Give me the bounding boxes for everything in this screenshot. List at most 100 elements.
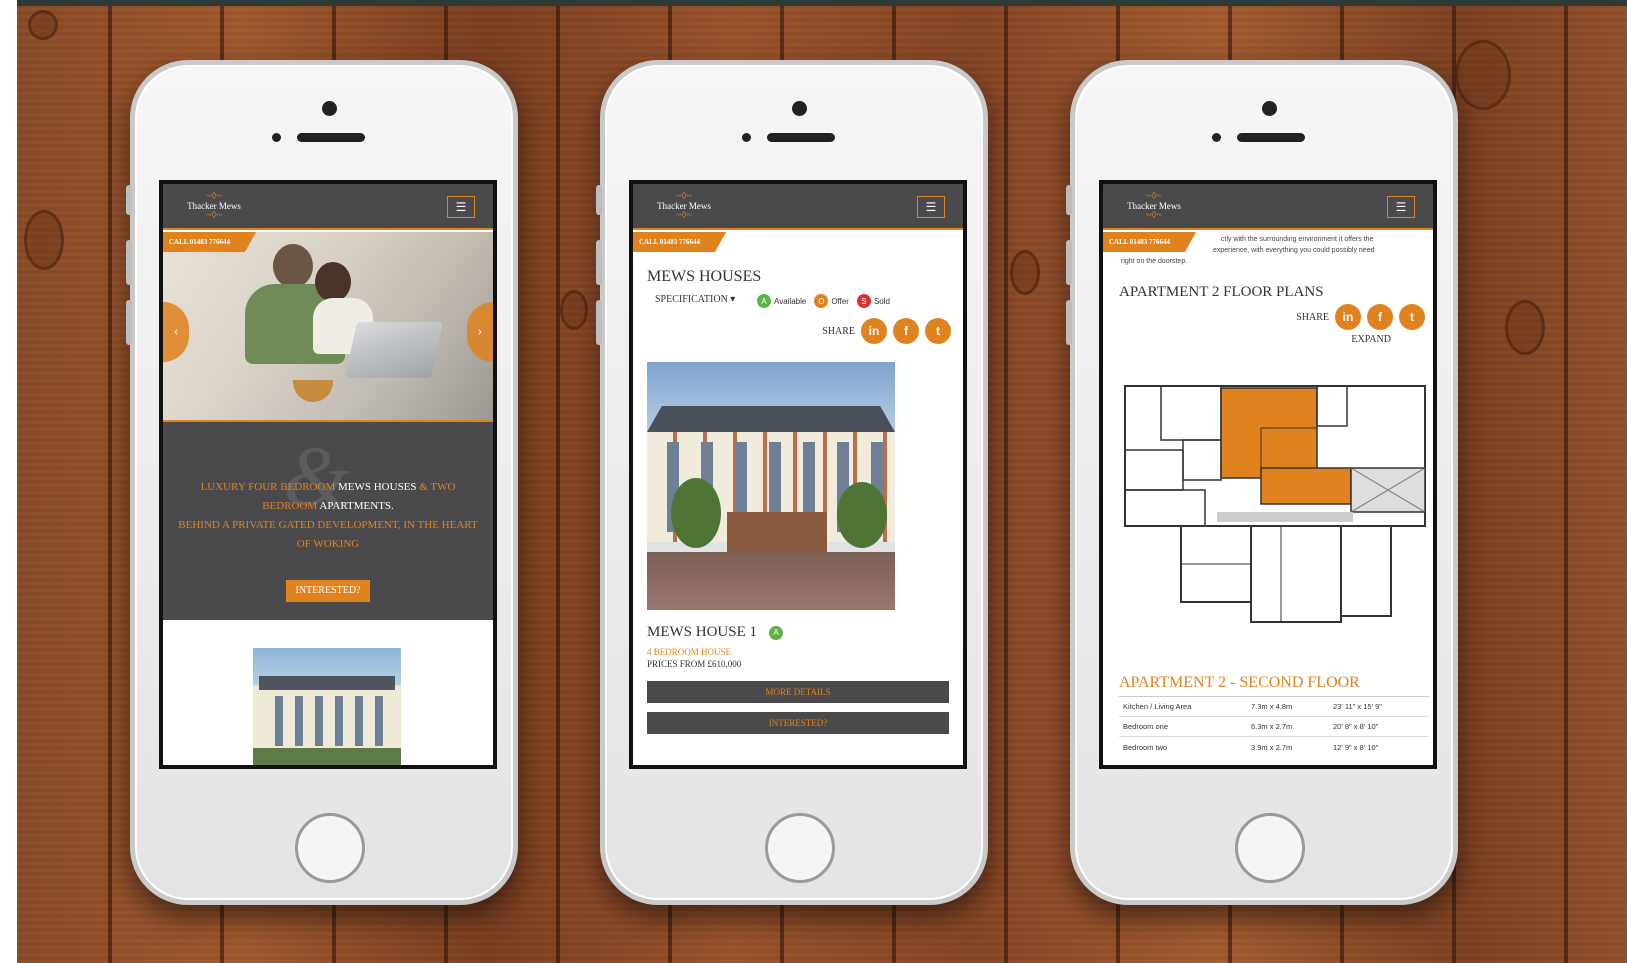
wood-knot (1505, 300, 1545, 355)
site-header: ~◊~ Thacker Mews ~◊~ ☰ (163, 184, 493, 230)
mews-house-thumbnail[interactable] (253, 648, 401, 765)
earpiece-speaker (1237, 133, 1305, 142)
legend-label: Offer (831, 296, 849, 306)
twitter-icon[interactable]: t (925, 318, 951, 344)
rooms-table: Kitchen / Living Area 7.3m x 4.8m 23' 11… (1119, 696, 1429, 757)
site-logo[interactable]: ~◊~ Thacker Mews ~◊~ (653, 192, 715, 221)
home-button[interactable] (765, 813, 835, 883)
proximity-sensor (1212, 133, 1221, 142)
mute-switch (596, 185, 602, 215)
volume-down-button (596, 300, 602, 345)
share-label: SHARE (1296, 311, 1329, 323)
floor-plan-drawing (1124, 385, 1426, 623)
screen-mews-houses: ~◊~ Thacker Mews ~◊~ ☰ CALL 01483 776644… (629, 180, 967, 769)
hamburger-icon[interactable]: ☰ (917, 196, 945, 218)
logo-flourish-icon: ~◊~ (1146, 191, 1162, 202)
room-imperial: 20' 8" x 8' 10" (1333, 722, 1379, 731)
specification-dropdown[interactable]: SPECIFICATION ▾ (655, 294, 735, 305)
logo-flourish-icon: ~◊~ (206, 191, 222, 202)
facebook-icon[interactable]: f (1367, 304, 1393, 330)
more-details-button[interactable]: MORE DETAILS (647, 681, 949, 703)
table-row: Bedroom two 3.9m x 2.7m 12' 9" x 8' 10" (1119, 737, 1429, 757)
hero-headline: LUXURY FOUR BEDROOM MEWS HOUSES & TWO BE… (178, 481, 478, 550)
table-row: Kitchen / Living Area 7.3m x 4.8m 23' 11… (1119, 697, 1429, 717)
twitter-icon[interactable]: t (1399, 304, 1425, 330)
facebook-icon[interactable]: f (893, 318, 919, 344)
room-name: Kitchen / Living Area (1123, 702, 1192, 711)
available-icon: A (757, 294, 771, 308)
site-logo[interactable]: ~◊~ Thacker Mews ~◊~ (183, 191, 245, 221)
earpiece-speaker (767, 133, 835, 142)
person-woman (315, 262, 351, 302)
home-button[interactable] (1235, 813, 1305, 883)
call-banner[interactable]: CALL 01483 776644 (633, 232, 727, 252)
headline-part: APARTMENTS (319, 500, 392, 512)
volume-up-button (1066, 240, 1072, 285)
legend-label: Sold (873, 296, 890, 306)
wood-knot (1455, 40, 1511, 110)
interested-button[interactable]: INTERESTED? (286, 580, 370, 602)
room-metric: 6.3m x 2.7m (1251, 722, 1293, 731)
screen-floor-plans: ~◊~ Thacker Mews ~◊~ ☰ CALL 01483 776644… (1099, 180, 1437, 769)
proximity-sensor (742, 133, 751, 142)
room-name: Bedroom one (1123, 722, 1169, 731)
volume-down-button (1066, 300, 1072, 345)
legend-label: Available (774, 296, 807, 306)
headline-part: LUXURY FOUR BEDROOM (200, 481, 336, 493)
expand-link[interactable]: EXPAND (1351, 334, 1391, 345)
person-man (273, 244, 313, 288)
room-name: Bedroom two (1123, 742, 1168, 752)
mews-house-image[interactable] (647, 362, 895, 610)
screen-home: ~◊~ Thacker Mews ~◊~ ☰ CALL 01483 776644… (159, 180, 497, 769)
house-title: MEWS HOUSE 1 (647, 624, 758, 640)
available-icon: A (769, 625, 784, 640)
table-row: Bedroom one 6.3m x 2.7m 20' 8" x 8' 10" (1119, 717, 1429, 737)
volume-down-button (126, 300, 132, 345)
interested-button[interactable]: INTERESTED? (647, 712, 949, 734)
phone-mockup-home: ~◊~ Thacker Mews ~◊~ ☰ CALL 01483 776644… (126, 60, 518, 905)
wood-knot (24, 210, 64, 270)
site-header: ~◊~ Thacker Mews ~◊~ ☰ (633, 184, 963, 230)
hero-panel: & LUXURY FOUR BEDROOM MEWS HOUSES & TWO … (163, 420, 493, 620)
background-top-band (0, 0, 1627, 6)
proximity-sensor (272, 133, 281, 142)
hero-image: ‹ › (163, 232, 493, 420)
site-logo[interactable]: ~◊~ Thacker Mews ~◊~ (1123, 191, 1185, 221)
floor-plan-image[interactable] (1121, 380, 1431, 625)
room-imperial: 12' 9" x 8' 10" (1333, 742, 1379, 752)
room-imperial: 23' 11" x 15' 9" (1333, 702, 1382, 711)
share-bar: SHARE in f t (822, 318, 951, 344)
share-bar: SHARE in f t (1296, 304, 1425, 330)
hamburger-icon[interactable]: ☰ (1387, 196, 1415, 218)
call-banner[interactable]: CALL 01483 776644 (163, 232, 257, 252)
house-price: PRICES FROM £610,000 (647, 659, 742, 669)
logo-flourish-icon: ~◊~ (1146, 210, 1162, 221)
room-metric: 3.9m x 2.7m (1251, 742, 1293, 752)
call-banner[interactable]: CALL 01483 776644 (1103, 232, 1197, 252)
logo-flourish-icon: ~◊~ (206, 210, 222, 221)
floor-title: APARTMENT 2 - SECOND FLOOR (1119, 674, 1360, 691)
front-camera (1262, 101, 1277, 116)
house-type: 4 BEDROOM HOUSE (647, 647, 732, 657)
status-legend: A Available O Offer S Sold (749, 294, 890, 308)
mute-switch (1066, 185, 1072, 215)
intro-line: right on the doorstep. (1121, 258, 1188, 265)
linkedin-icon[interactable]: in (861, 318, 887, 344)
page-title: APARTMENT 2 FLOOR PLANS (1119, 284, 1324, 300)
volume-up-button (126, 240, 132, 285)
sold-icon: S (856, 294, 871, 308)
home-button[interactable] (295, 813, 365, 883)
hamburger-icon[interactable]: ☰ (447, 196, 475, 218)
room-metric: 7.3m x 4.8m (1251, 702, 1293, 711)
headline-part: BEHIND A PRIVATE GATED DEVELOPMENT, IN T… (178, 519, 478, 550)
laptop (345, 322, 443, 378)
house-name: MEWS HOUSE 1 A (647, 624, 786, 641)
specification-label: SPECIFICATION (655, 294, 728, 305)
front-camera (322, 101, 337, 116)
site-header: ~◊~ Thacker Mews ~◊~ ☰ (1103, 184, 1433, 230)
headline-part: MEWS HOUSES (337, 481, 417, 493)
linkedin-icon[interactable]: in (1335, 304, 1361, 330)
offer-icon: O (814, 294, 829, 308)
page-margin (0, 0, 17, 963)
page-title: MEWS HOUSES (647, 268, 762, 285)
